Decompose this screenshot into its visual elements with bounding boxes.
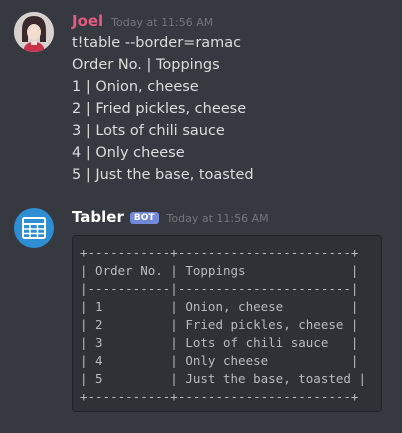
message-line: 1 | Onion, cheese: [72, 79, 199, 95]
message-line: 2 | Fried pickles, cheese: [72, 101, 247, 117]
code-line: | 3 | Lots of chili sauce |: [80, 335, 359, 350]
message-line: 4 | Only cheese: [72, 145, 185, 161]
author-name[interactable]: Tabler: [72, 208, 124, 226]
timestamp: Today at 11:56 AM: [111, 16, 214, 29]
message-line: Order No. | Toppings: [72, 57, 220, 73]
user-avatar-icon: [14, 12, 54, 52]
code-line: | Order No. | Toppings |: [80, 263, 359, 278]
code-block-content: +-----------+-----------------------+ | …: [73, 236, 381, 406]
code-line: |-----------|-----------------------|: [80, 281, 359, 296]
tabler-avatar[interactable]: [14, 208, 54, 248]
message-line: 5 | Just the base, toasted: [72, 167, 254, 183]
code-line: | 5 | Just the base, toasted |: [80, 371, 366, 386]
author-name[interactable]: Joel: [72, 12, 103, 30]
message-header: Joel Today at 11:56 AM: [72, 12, 213, 30]
message-line: 3 | Lots of chili sauce: [72, 123, 225, 139]
message-line: t!table --border=ramac: [72, 35, 242, 51]
code-line: +-----------+-----------------------+: [80, 245, 359, 260]
joel-avatar[interactable]: [14, 12, 54, 52]
timestamp: Today at 11:56 AM: [166, 212, 269, 225]
code-line: | 1 | Onion, cheese |: [80, 299, 359, 314]
bot-badge: BOT: [129, 212, 159, 224]
code-block: +-----------+-----------------------+ | …: [72, 235, 382, 412]
table-grid-icon: [22, 217, 46, 239]
message-header: Tabler BOT Today at 11:56 AM: [72, 208, 269, 226]
code-line: | 2 | Fried pickles, cheese |: [80, 317, 359, 332]
code-line: | 4 | Only cheese |: [80, 353, 359, 368]
code-line: +-----------+-----------------------+: [80, 389, 359, 404]
